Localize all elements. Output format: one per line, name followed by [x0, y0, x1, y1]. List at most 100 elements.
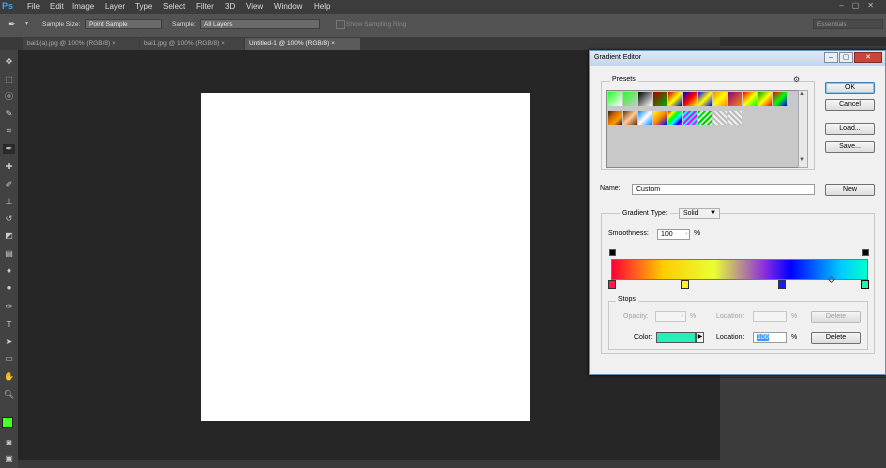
menu-window[interactable]: Window: [274, 2, 302, 11]
eraser-tool-icon[interactable]: ◩: [3, 231, 15, 241]
sample-select[interactable]: All Layers: [200, 19, 320, 29]
preset-checker-1[interactable]: [713, 111, 727, 125]
window-controls[interactable]: –▢✕: [839, 1, 882, 10]
crop-tool-icon[interactable]: ⌗: [3, 126, 15, 136]
screen-mode-icon[interactable]: ▣: [3, 454, 15, 464]
preset-red-green[interactable]: [653, 92, 667, 106]
color-stop-red[interactable]: [608, 280, 616, 289]
preset-transparent-stripes[interactable]: [698, 111, 712, 125]
stamp-tool-icon[interactable]: ⊥: [3, 197, 15, 207]
load-button[interactable]: Load...: [825, 123, 875, 135]
preset-black-white[interactable]: [638, 92, 652, 106]
opacity-location-label: Location:: [716, 313, 745, 320]
path-select-tool-icon[interactable]: ➤: [3, 337, 15, 347]
preset-yellow-violet[interactable]: [743, 92, 757, 106]
color-delete-button[interactable]: Delete: [811, 332, 861, 344]
menu-type[interactable]: Type: [135, 2, 152, 11]
menu-help[interactable]: Help: [314, 2, 330, 11]
close-icon[interactable]: ×: [221, 40, 225, 47]
menu-file[interactable]: File: [27, 2, 40, 11]
close-icon[interactable]: ✕: [854, 52, 882, 63]
menu-image[interactable]: Image: [72, 2, 94, 11]
ok-button[interactable]: OK: [825, 82, 875, 94]
tab-bai1[interactable]: bai1.jpg @ 100% (RGB/8) ×: [140, 38, 244, 50]
lasso-tool-icon[interactable]: ⓞ: [3, 92, 15, 102]
color-location-input[interactable]: 100: [753, 332, 787, 343]
type-tool-icon[interactable]: T: [3, 320, 15, 330]
color-menu-arrow-icon[interactable]: ▶: [696, 332, 704, 343]
preset-blue-yellow-blue[interactable]: [698, 92, 712, 106]
close-icon[interactable]: ×: [112, 40, 116, 47]
color-stop-blue[interactable]: [778, 280, 786, 289]
gradient-type-select[interactable]: Solid ▼: [679, 208, 720, 219]
blur-tool-icon[interactable]: ♦: [3, 266, 15, 276]
preset-chrome[interactable]: [638, 111, 652, 125]
preset-transparent-rainbow[interactable]: [683, 111, 697, 125]
preset-orange-yellow[interactable]: [713, 92, 727, 106]
cancel-button[interactable]: Cancel: [825, 99, 875, 111]
document-canvas[interactable]: [201, 93, 530, 421]
preset-blue-red-yellow[interactable]: [683, 92, 697, 106]
workspace-select[interactable]: Essentials: [813, 19, 883, 29]
dialog-titlebar[interactable]: Gradient Editor – ▢ ✕: [590, 51, 885, 66]
preset-violet-orange[interactable]: [668, 92, 682, 106]
gradient-tool-icon[interactable]: ▤: [3, 249, 15, 259]
marquee-tool-icon[interactable]: ⬚: [3, 75, 15, 85]
foreground-color-swatch[interactable]: [2, 417, 13, 428]
scroll-down-icon[interactable]: ▼: [799, 157, 805, 163]
preset-copper[interactable]: [608, 111, 622, 125]
history-brush-tool-icon[interactable]: ↺: [3, 214, 15, 224]
menu-layer[interactable]: Layer: [105, 2, 125, 11]
smoothness-input[interactable]: 100 ›: [657, 229, 690, 240]
color-swatch[interactable]: [656, 332, 696, 343]
zoom-tool-icon[interactable]: 🔍︎: [3, 390, 15, 400]
preset-checker-2[interactable]: [728, 111, 742, 125]
healing-tool-icon[interactable]: ✚: [3, 162, 15, 172]
brush-tool-icon[interactable]: ✐: [3, 180, 15, 190]
pen-tool-icon[interactable]: ✑: [3, 302, 15, 312]
menu-filter[interactable]: Filter: [196, 2, 214, 11]
tab-untitled-1[interactable]: Untitled-1 @ 100% (RGB/8) ×: [245, 38, 360, 50]
preset-spectrum[interactable]: [668, 111, 682, 125]
show-ring-label: Show Sampling Ring: [346, 21, 407, 28]
name-input[interactable]: Custom: [632, 184, 815, 195]
chevron-right-icon[interactable]: ›: [685, 230, 687, 239]
color-stop-yellow[interactable]: [681, 280, 689, 289]
close-icon[interactable]: ×: [331, 40, 335, 47]
menu-edit[interactable]: Edit: [50, 2, 64, 11]
maximize-icon[interactable]: ▢: [839, 52, 853, 63]
opacity-stop-right[interactable]: [862, 249, 869, 256]
quick-mask-icon[interactable]: ◙: [3, 438, 15, 448]
opacity-stop-left[interactable]: [609, 249, 616, 256]
hand-tool-icon[interactable]: ✋: [3, 372, 15, 382]
eyedropper-tool-icon[interactable]: ✒: [3, 144, 15, 154]
scroll-up-icon[interactable]: ▲: [799, 91, 805, 97]
new-button[interactable]: New: [825, 184, 875, 196]
preset-fg-to-transparent[interactable]: [623, 92, 637, 106]
preset-chrome-bronze[interactable]: [623, 111, 637, 125]
menu-view[interactable]: View: [246, 2, 263, 11]
preset-green-yellow-red[interactable]: [758, 92, 772, 106]
move-tool-icon[interactable]: ✥: [3, 57, 15, 67]
color-stop-teal-selected[interactable]: [861, 280, 869, 289]
shape-tool-icon[interactable]: ▭: [3, 354, 15, 364]
gradient-type-value: Solid: [683, 210, 699, 217]
preset-spectrum-1[interactable]: [653, 111, 667, 125]
tab-bai1a[interactable]: bai1(a).jpg @ 100% (RGB/8) ×: [23, 38, 139, 50]
quick-select-tool-icon[interactable]: ✎: [3, 109, 15, 119]
preset-fg-to-bg[interactable]: [608, 92, 622, 106]
preset-rgb[interactable]: [773, 92, 787, 106]
show-ring-checkbox[interactable]: [336, 20, 345, 29]
stops-label: Stops: [616, 296, 638, 303]
dodge-tool-icon[interactable]: ●: [3, 283, 15, 293]
minimize-icon[interactable]: –: [824, 52, 838, 63]
gear-icon[interactable]: ⚙: [793, 75, 800, 84]
color-location-unit: %: [791, 334, 798, 341]
sample-size-select[interactable]: Point Sample: [85, 19, 162, 29]
eyedropper-icon[interactable]: ✒: [8, 19, 16, 30]
chevron-down-icon[interactable]: ▾: [25, 20, 28, 27]
menu-3d[interactable]: 3D: [225, 2, 235, 11]
menu-select[interactable]: Select: [163, 2, 185, 11]
save-button[interactable]: Save...: [825, 141, 875, 153]
preset-violet-orange-2[interactable]: [728, 92, 742, 106]
